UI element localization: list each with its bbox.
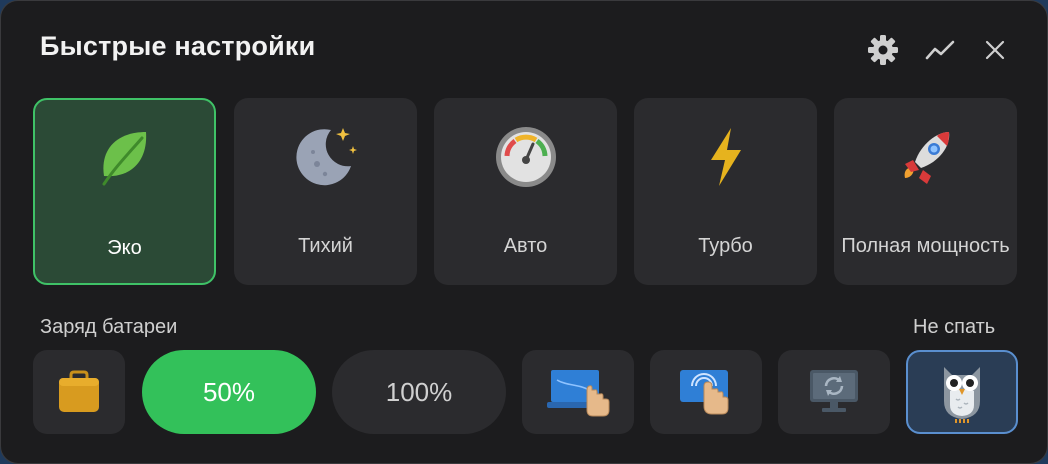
battery-mode-button[interactable]	[33, 350, 125, 434]
close-icon[interactable]	[978, 33, 1012, 67]
no-sleep-label: Не спать	[913, 316, 996, 338]
mode-tile-quiet[interactable]: Тихий	[234, 98, 417, 285]
moon-icon	[291, 122, 361, 192]
touchscreen-button[interactable]	[650, 350, 762, 434]
touchpad-button[interactable]	[522, 350, 634, 434]
battery-bag-icon	[59, 370, 99, 412]
gauge-icon	[491, 122, 561, 192]
owl-icon	[944, 367, 980, 423]
quick-settings-panel: Быстрые настройки Эко Тихий Авто Турбо П…	[0, 0, 1048, 464]
panel-title: Быстрые настройки	[40, 31, 316, 61]
lightning-icon	[691, 122, 761, 192]
gear-icon[interactable]	[866, 33, 900, 67]
mode-tile-auto[interactable]: Авто	[434, 98, 617, 285]
no-sleep-button[interactable]	[906, 350, 1018, 434]
mode-tile-full-power[interactable]: Полная мощность	[834, 98, 1017, 285]
monitor-refresh-icon	[810, 370, 858, 412]
chart-line-icon[interactable]	[923, 33, 957, 67]
laptop-touchpad-icon	[547, 370, 610, 417]
mode-label: Турбо	[698, 235, 753, 257]
mode-label: Полная мощность	[841, 235, 1010, 257]
battery-50-button[interactable]: 50%	[142, 350, 316, 434]
battery-section-label: Заряд батареи	[40, 316, 178, 338]
mode-tile-eco[interactable]: Эко	[33, 98, 216, 285]
battery-100-button[interactable]: 100%	[332, 350, 506, 434]
mode-label: Авто	[503, 235, 548, 257]
touch-screen-icon	[680, 370, 729, 415]
mode-tile-turbo[interactable]: Турбо	[634, 98, 817, 285]
mode-label: Эко	[107, 237, 142, 259]
mode-label: Тихий	[298, 235, 353, 257]
display-refresh-button[interactable]	[778, 350, 890, 434]
leaf-icon	[90, 124, 160, 194]
rocket-icon	[891, 122, 961, 192]
